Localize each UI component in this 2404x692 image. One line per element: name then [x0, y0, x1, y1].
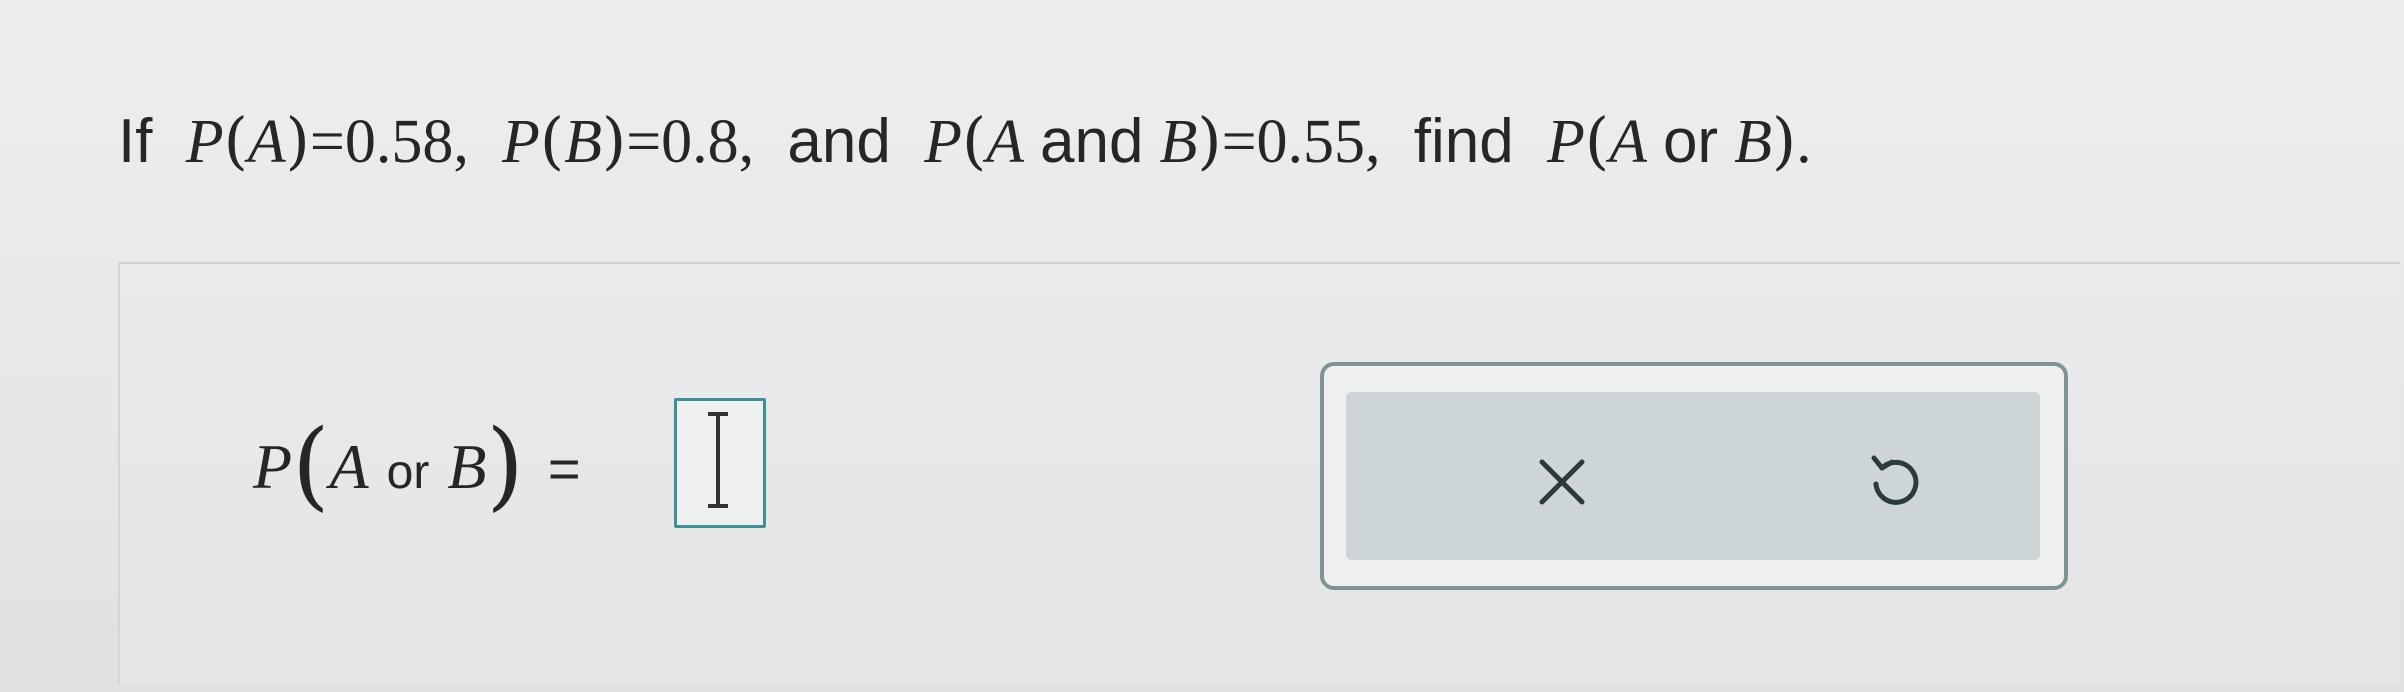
math-a: A: [329, 431, 369, 502]
equals-sign: =: [547, 437, 581, 500]
math-b: B: [447, 431, 487, 502]
find-word: find: [1413, 107, 1514, 176]
undo-icon: [1871, 455, 1919, 505]
math-p: P: [1546, 108, 1585, 176]
answer-input[interactable]: [674, 398, 766, 528]
answer-tools: [1320, 362, 2068, 590]
math-p: P: [185, 108, 224, 176]
answer-expression: P(A or B) =: [253, 409, 581, 521]
math-b: B: [1734, 108, 1772, 176]
equals-sign: =: [1221, 108, 1257, 176]
math-b: B: [1159, 108, 1198, 176]
value-pab: 0.55: [1256, 108, 1366, 176]
and-word: and: [787, 107, 891, 176]
clear-button[interactable]: [1512, 432, 1612, 532]
math-p: P: [924, 108, 962, 176]
math-b: B: [564, 108, 602, 176]
math-a: A: [247, 108, 286, 176]
equals-sign: =: [309, 108, 345, 176]
value-pb: 0.8: [661, 108, 739, 176]
tools-panel: [1346, 392, 2040, 560]
math-a: A: [986, 108, 1025, 176]
or-word: or: [1662, 107, 1719, 176]
equals-sign: =: [626, 108, 662, 176]
undo-button[interactable]: [1844, 432, 1944, 532]
close-icon: [1539, 459, 1585, 505]
value-pa: 0.58: [344, 108, 454, 176]
math-p: P: [253, 431, 293, 502]
math-p: P: [502, 108, 540, 176]
question-lead: If: [118, 107, 153, 176]
or-word: or: [386, 446, 430, 499]
and-word: and: [1040, 107, 1144, 176]
math-a: A: [1609, 108, 1647, 176]
question-text: If P(A)=0.58, P(B)=0.8, and P(A and B)=0.5…: [118, 96, 1812, 187]
